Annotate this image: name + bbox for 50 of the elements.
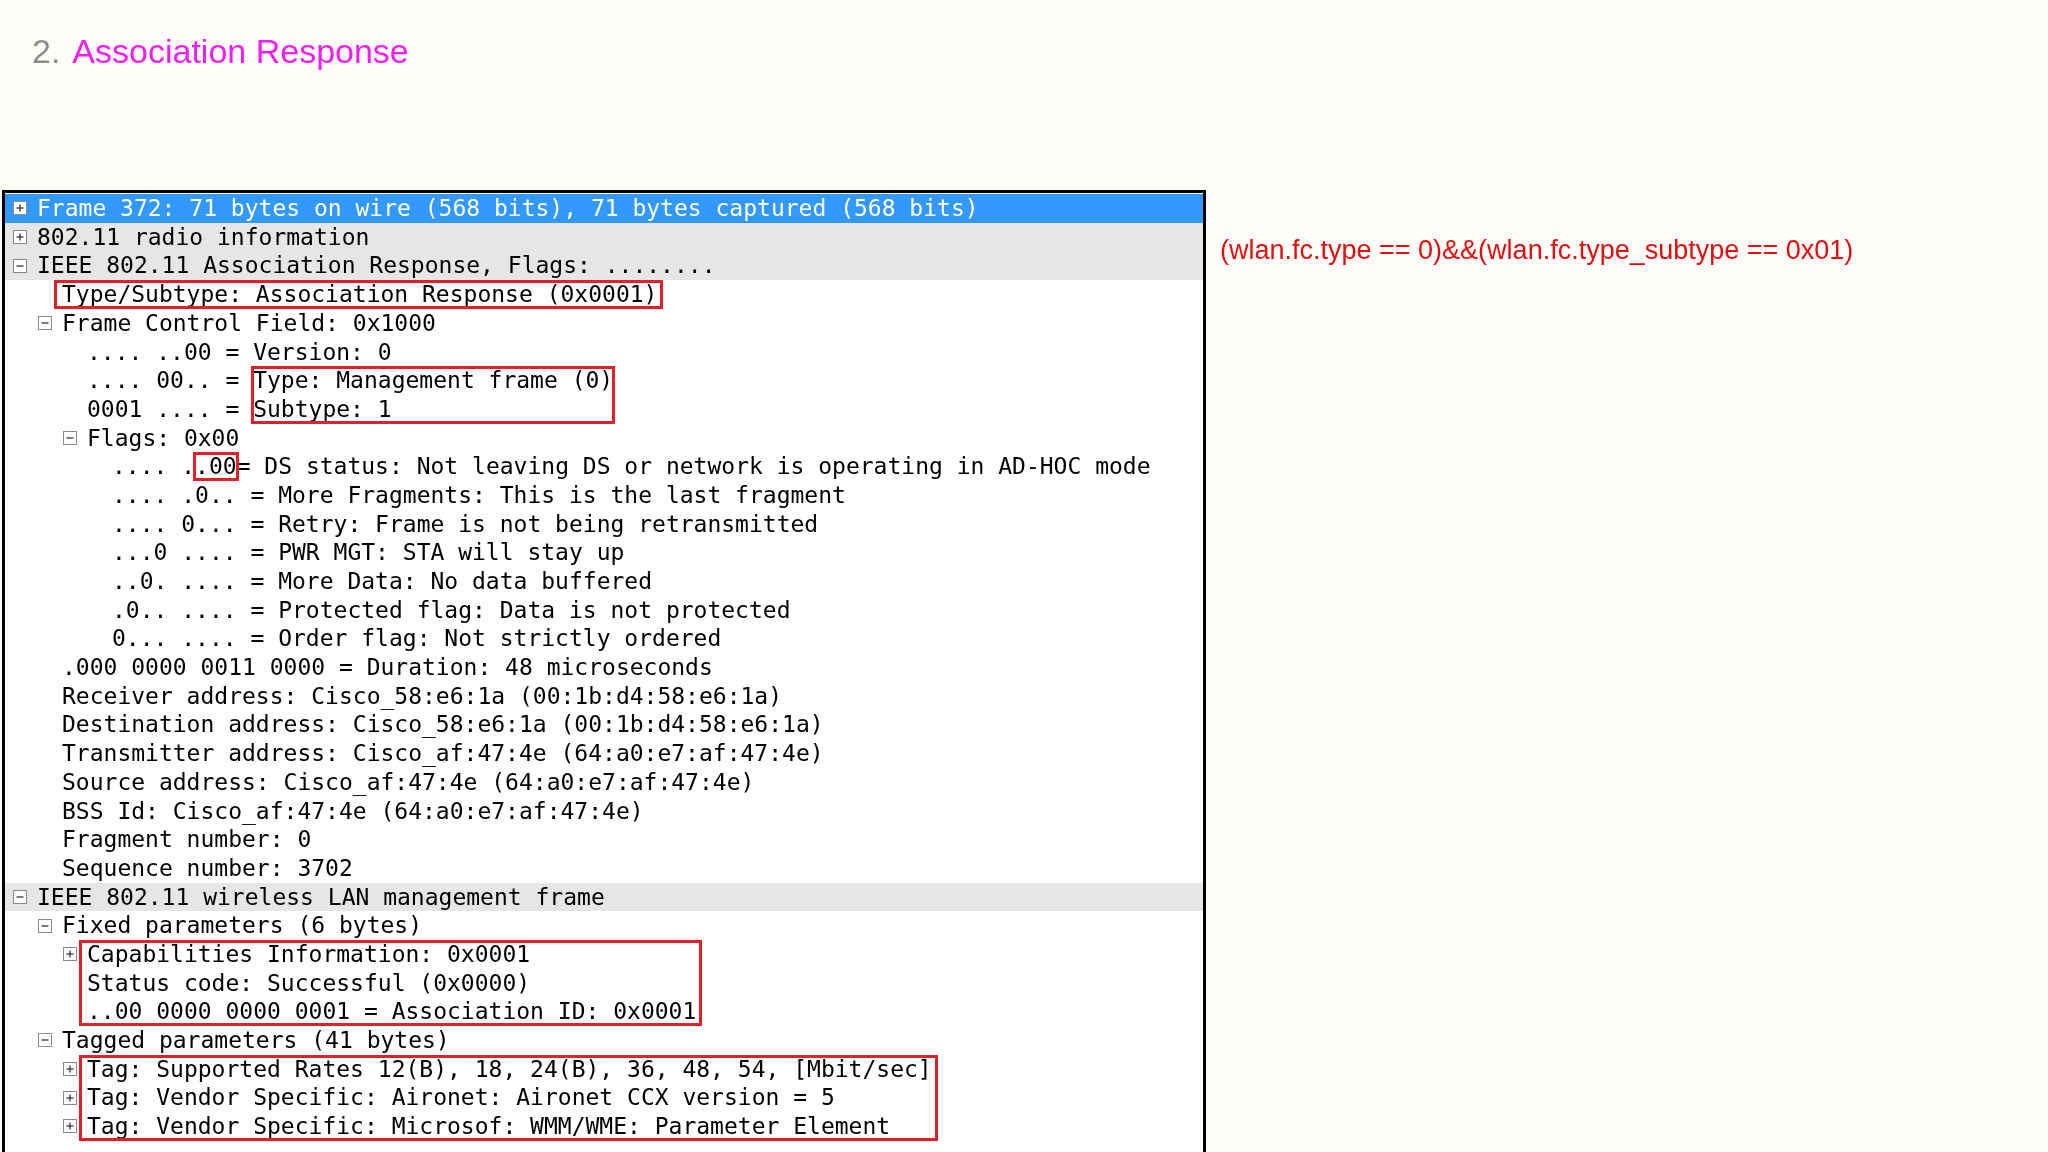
collapse-icon[interactable]: [38, 316, 52, 331]
field-text: .... .0.. = More Fragments: This is the last fragment: [112, 480, 846, 510]
field-text: Subtype: 1: [253, 394, 392, 424]
collapse-icon[interactable]: [63, 430, 77, 445]
field-text: Destination address: Cisco_58:e6:1a (00:1b:d4:58:e6:1a): [62, 710, 824, 740]
field-text: Source address: Cisco_af:47:4e (64:a0:e7:af:47:4e): [62, 767, 755, 798]
field-text: .... .: [112, 452, 196, 482]
tree-row[interactable]: IEEE 802.11 Association Response, Flags: ........: [5, 251, 1203, 281]
field-text: 0... .... = Order flag: Not strictly ordered: [112, 624, 722, 654]
tree-row[interactable]: IEEE 802.11 wireless LAN management frame: [5, 882, 1203, 912]
field-text: .... 0... = Retry: Frame is not being retransmitted: [112, 509, 819, 539]
field-text: Status code: Successful (0x0000): [87, 968, 531, 998]
field-text: 0001 .... =: [87, 394, 241, 424]
field-text: Frame Control Field: 0x1000: [62, 308, 436, 338]
collapse-icon[interactable]: [13, 889, 27, 904]
field-text: .0.. .... = Protected flag: Data is not protected: [112, 595, 791, 625]
field-text: .000 0000 0011 0000 = Duration: 48 microseconds: [62, 653, 713, 683]
field-text: Capabilities Information: 0x0001: [87, 939, 531, 969]
field-text: Tagged parameters (41 bytes): [62, 1026, 450, 1056]
field-text: Receiver address: Cisco_58:e6:1a (00:1b:d4:58:e6:1a): [62, 681, 783, 712]
slide-title-number: 2.: [32, 34, 61, 68]
tree-row[interactable]: 802.11 radio information: [5, 222, 1203, 252]
expand-icon[interactable]: [63, 1090, 77, 1105]
collapse-icon[interactable]: [38, 1033, 52, 1048]
expand-icon[interactable]: [13, 201, 27, 216]
field-text: BSS Id: Cisco_af:47:4e (64:a0:e7:af:47:4e): [62, 796, 644, 827]
field-text: ...0 .... = PWR MGT: STA will stay up: [112, 538, 625, 568]
collapse-icon[interactable]: [13, 258, 27, 273]
expand-icon[interactable]: [63, 1061, 77, 1076]
expand-icon[interactable]: [13, 230, 27, 245]
filter-expression: (wlan.fc.type == 0)&&(wlan.fc.type_subtype == 0x01): [1220, 234, 1854, 267]
field-text: Sequence number: 3702: [62, 853, 353, 883]
expand-icon[interactable]: [63, 1119, 77, 1134]
field-text: Type/Subtype: Association Response (0x0001): [62, 280, 658, 310]
field-text: .00: [195, 452, 237, 482]
field-text: .... 00.. =: [87, 366, 241, 396]
expand-icon[interactable]: [63, 947, 77, 962]
field-text: Tag: Supported Rates 12(B), 18, 24(B), 36, 48, 54, [Mbit/sec]: [87, 1054, 932, 1084]
field-text: Fixed parameters (6 bytes): [62, 911, 423, 941]
field-text: Transmitter address: Cisco_af:47:4e (64:a0:e7:af:47:4e): [62, 739, 824, 769]
field-text: Fragment number: 0: [62, 825, 312, 855]
field-text: Flags: 0x00: [87, 423, 240, 453]
collapse-icon[interactable]: [38, 918, 52, 933]
field-text: ..0. .... = More Data: No data buffered: [112, 567, 653, 597]
field-text: Type: Management frame (0): [253, 366, 614, 396]
field-text: Tag: Vendor Specific: Aironet: Aironet CCX version = 5: [87, 1083, 835, 1113]
field-text: .... ..00 = Version: 0: [87, 337, 392, 367]
slide-title: Association Response: [72, 34, 409, 68]
field-text: Tag: Vendor Specific: Microsof: WMM/WME: Parameter Element: [87, 1112, 891, 1142]
field-text: ..00 0000 0000 0001 = Association ID: 0x0001: [87, 997, 697, 1027]
